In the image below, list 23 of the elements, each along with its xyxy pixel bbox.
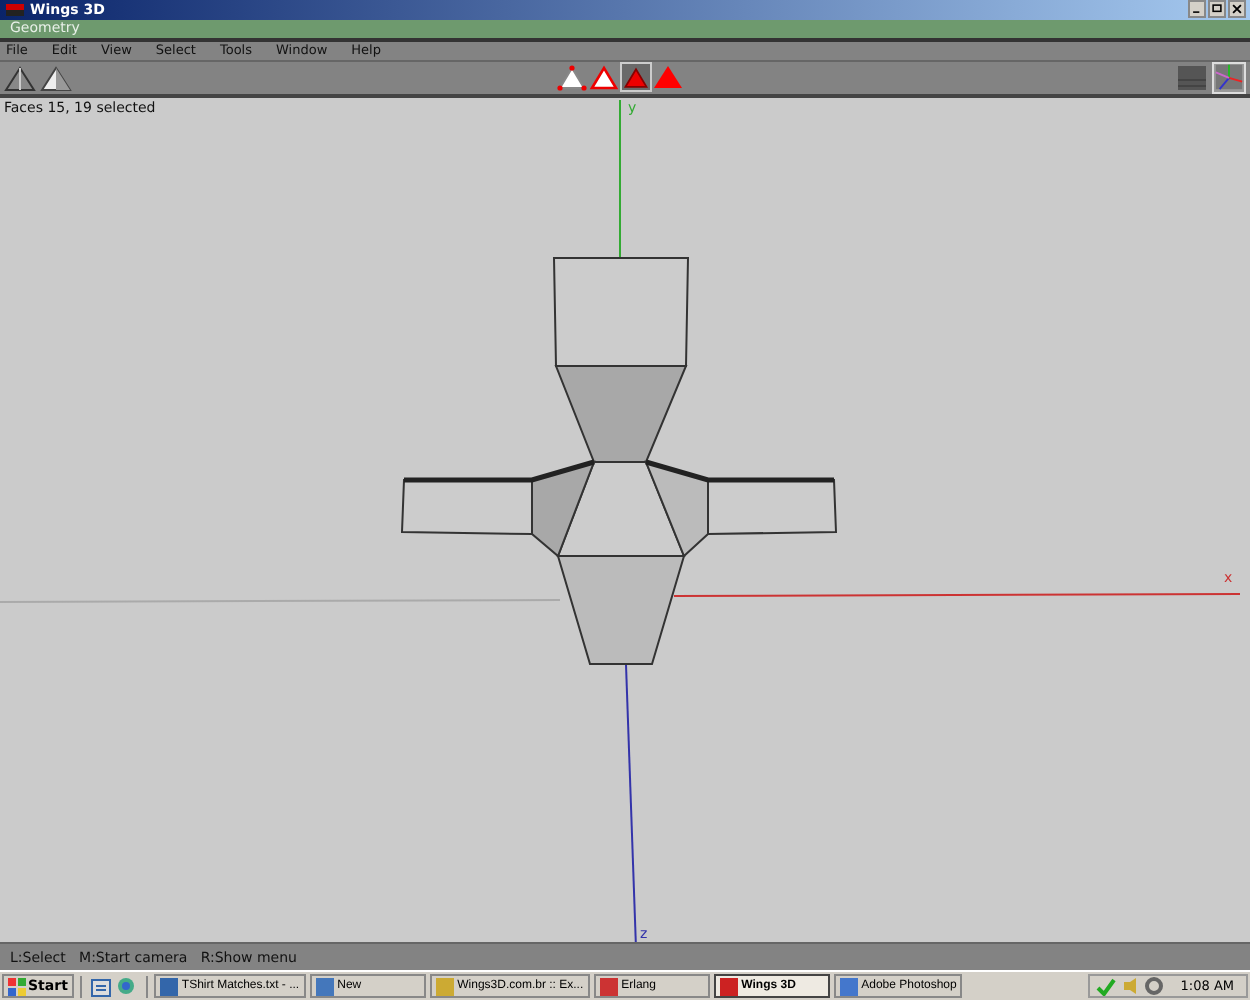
axes-toggle-button[interactable] bbox=[1212, 61, 1246, 94]
check-icon[interactable] bbox=[1096, 976, 1117, 997]
app-icon bbox=[315, 977, 334, 996]
edge-mode-button[interactable] bbox=[588, 62, 620, 93]
close-icon bbox=[1230, 2, 1244, 17]
app-icon bbox=[159, 977, 178, 996]
app-icon bbox=[719, 977, 738, 996]
perspective-pyramid-icon[interactable] bbox=[4, 63, 36, 92]
desktop-icon[interactable] bbox=[89, 975, 112, 998]
ground-toggle-button[interactable] bbox=[1174, 61, 1208, 94]
pyramid-icon[interactable] bbox=[40, 63, 72, 92]
face-mode-button[interactable] bbox=[620, 62, 652, 93]
restore-button[interactable] bbox=[1208, 0, 1226, 19]
windows-logo-icon bbox=[8, 977, 26, 996]
app-icon bbox=[4, 1, 26, 18]
restore-icon bbox=[1210, 2, 1224, 17]
minimize-button[interactable] bbox=[1188, 0, 1206, 19]
vertex-mode-button[interactable] bbox=[556, 62, 588, 93]
globe-icon[interactable] bbox=[115, 975, 138, 998]
app-icon bbox=[435, 977, 454, 996]
app-icon bbox=[839, 977, 858, 996]
close-button[interactable] bbox=[1228, 0, 1246, 19]
app-icon bbox=[599, 977, 618, 996]
